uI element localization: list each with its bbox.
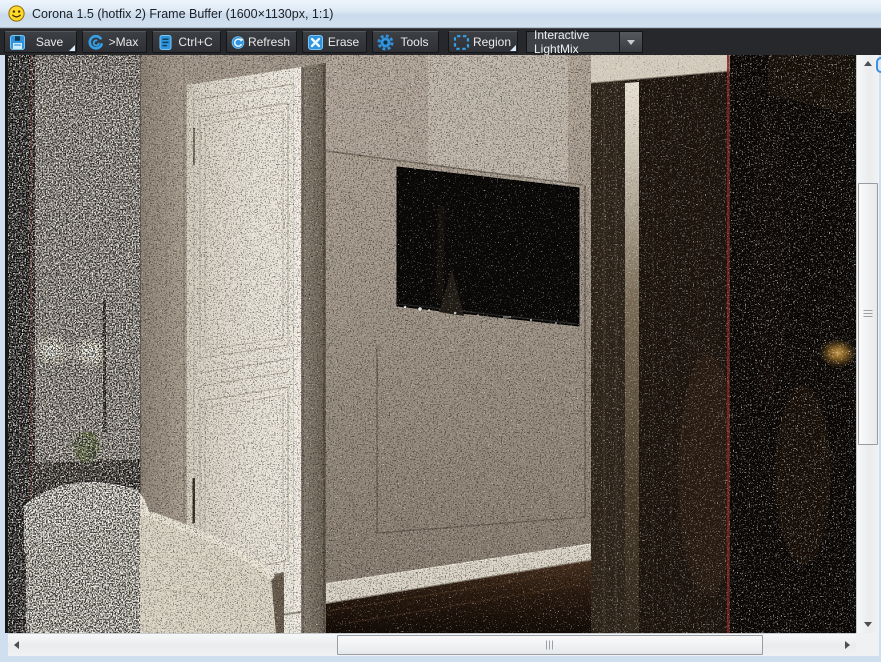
edge-blue-fragment: [876, 57, 881, 73]
corona-frame-buffer-window: Corona 1.5 (hotfix 2) Frame Buffer (1600…: [0, 0, 881, 662]
smiley-face-icon[interactable]: [8, 5, 25, 22]
horizontal-scrollbar-thumb[interactable]: [337, 635, 763, 655]
horizontal-scrollbar[interactable]: [8, 633, 856, 656]
chevron-down-icon[interactable]: [619, 31, 643, 53]
scroll-down-button[interactable]: [857, 616, 879, 633]
vertical-scrollbar-thumb[interactable]: [858, 183, 878, 445]
erase-label: Erase: [327, 35, 360, 49]
arrow-down-icon: [864, 622, 872, 627]
corona-swirl-icon: [88, 34, 103, 50]
render-viewport[interactable]: [5, 55, 856, 633]
toolbar: Save >Max Ctrl+C Refresh Erase Tools Reg…: [0, 28, 881, 56]
erase-button[interactable]: Erase: [302, 31, 367, 53]
refresh-circular-arrow-icon: [231, 35, 245, 49]
refresh-label: Refresh: [247, 35, 290, 49]
region-marquee-icon: [453, 34, 470, 50]
max-label: >Max: [108, 35, 139, 49]
arrow-up-icon: [864, 61, 872, 66]
tools-button[interactable]: Tools: [372, 31, 439, 53]
region-button[interactable]: Region: [448, 31, 518, 53]
floppy-save-icon: [10, 34, 25, 50]
tools-label: Tools: [400, 35, 429, 49]
refresh-button[interactable]: Refresh: [226, 31, 297, 53]
titlebar[interactable]: Corona 1.5 (hotfix 2) Frame Buffer (1600…: [0, 0, 881, 28]
render-image: [8, 55, 856, 633]
render-noise: [8, 55, 856, 633]
thumb-grip: [546, 640, 554, 650]
copy-button[interactable]: Ctrl+C: [152, 31, 221, 53]
region-dropdown-corner: [510, 45, 516, 51]
save-button[interactable]: Save: [4, 31, 77, 53]
copy-label: Ctrl+C: [178, 35, 213, 49]
window-title: Corona 1.5 (hotfix 2) Frame Buffer (1600…: [32, 6, 334, 21]
scrollbar-corner: [856, 633, 879, 656]
render-mode-dropdown[interactable]: Interactive LightMix: [526, 28, 643, 56]
max-button[interactable]: >Max: [82, 31, 147, 53]
scroll-left-button[interactable]: [8, 634, 25, 656]
copy-document-icon: [159, 34, 172, 50]
gear-icon: [377, 34, 394, 50]
scroll-right-button[interactable]: [839, 634, 856, 656]
thumb-grip: [863, 310, 873, 318]
save-label: Save: [35, 35, 64, 49]
region-label: Region: [472, 35, 511, 49]
erase-x-icon: [308, 34, 323, 50]
arrow-left-icon: [14, 641, 19, 649]
arrow-right-icon: [845, 641, 850, 649]
vertical-scrollbar[interactable]: [856, 55, 879, 633]
render-mode-value[interactable]: Interactive LightMix: [526, 28, 619, 56]
save-dropdown-corner: [69, 45, 75, 51]
